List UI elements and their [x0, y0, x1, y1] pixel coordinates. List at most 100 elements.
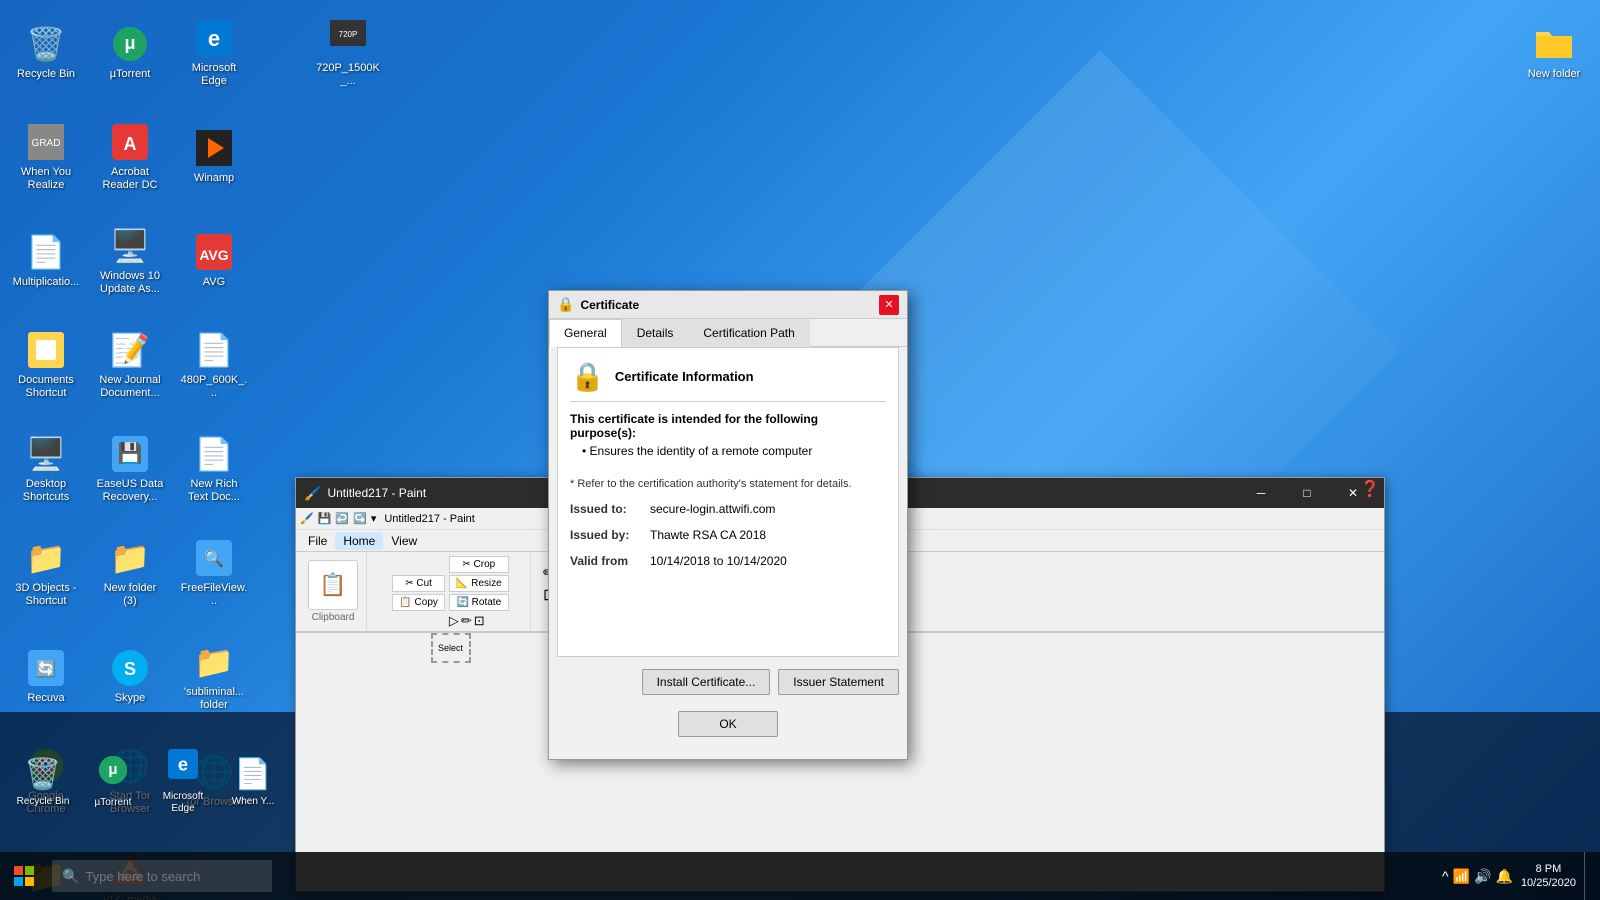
paint-select-arrow[interactable]: ▷: [449, 613, 459, 629]
tb-utorrent[interactable]: μ µTorrent: [78, 737, 148, 827]
desktop-icon-rich-text[interactable]: 📄 New Rich Text Doc...: [176, 424, 252, 514]
skype-label: Skype: [115, 692, 146, 705]
paint-cut-btn[interactable]: ✂ Cut: [392, 575, 445, 592]
desktop-icon-subliminal[interactable]: 📁 'subliminal... folder: [176, 632, 252, 722]
easeus-label: EaseUS Data Recovery...: [96, 478, 164, 504]
paint-rotate-btn[interactable]: 🔄 Rotate: [449, 594, 509, 611]
paint-clipboard-label: Clipboard: [312, 612, 355, 623]
720p-icon: 720P: [328, 18, 368, 58]
desktop-icon-winamp[interactable]: Winamp: [176, 112, 252, 202]
certificate-footer: Install Certificate... Issuer Statement: [549, 661, 907, 703]
certificate-tab-path[interactable]: Certification Path: [688, 319, 809, 347]
desktop-icon-new-folder-3[interactable]: 📁 New folder (3): [92, 528, 168, 618]
desktop-icon-edge[interactable]: e Microsoft Edge: [176, 8, 252, 98]
svg-text:💾: 💾: [118, 441, 143, 465]
paint-help-btn[interactable]: ❓: [1360, 479, 1380, 499]
certificate-content: 🔒 Certificate Information This certifica…: [557, 347, 899, 657]
desktop-icon-skype[interactable]: S Skype: [92, 632, 168, 722]
utorrent-label: µTorrent: [110, 68, 151, 81]
when-realize-label: When You Realize: [12, 166, 80, 192]
desktop-icon-win10[interactable]: 🖥️ Windows 10 Update As...: [92, 216, 168, 306]
tb-edge-label: Microsoft Edge: [152, 791, 214, 815]
taskbar-search-bar[interactable]: 🔍: [52, 860, 272, 892]
paint-crop-btn[interactable]: ✂ Crop: [449, 556, 509, 573]
desktop-icon-720p[interactable]: 720P 720P_1500K_...: [310, 8, 386, 98]
certificate-tab-general[interactable]: General: [549, 319, 622, 347]
desktop-icon-3d-objects[interactable]: 📁 3D Objects - Shortcut: [8, 528, 84, 618]
certificate-titlebar[interactable]: 🔒 Certificate ✕: [549, 291, 907, 319]
tb-utorrent-label: µTorrent: [95, 797, 132, 809]
desktop-icon-documents[interactable]: Documents Shortcut: [8, 320, 84, 410]
certificate-tab-details[interactable]: Details: [622, 319, 689, 347]
desktop-icon-utorrent[interactable]: μ µTorrent: [92, 8, 168, 98]
taskbar-items-area: [272, 852, 1442, 900]
certificate-ok-btn[interactable]: OK: [678, 711, 777, 737]
svg-text:🔍: 🔍: [204, 548, 224, 568]
tb-edge-icon: e: [168, 749, 198, 787]
desktop-icon-new-folder-right[interactable]: New folder: [1516, 8, 1592, 98]
acrobat-icon: A: [110, 122, 150, 162]
480p-label: 480P_600K_...: [180, 374, 248, 400]
certificate-issued-to-value: secure-login.attwifi.com: [650, 502, 886, 516]
paint-menu-view[interactable]: View: [383, 532, 425, 550]
paint-menu-file[interactable]: File: [300, 532, 335, 550]
desktop-icon-acrobat[interactable]: A Acrobat Reader DC: [92, 112, 168, 202]
recuva-label: Recuva: [27, 692, 64, 705]
edge-icon: e: [194, 18, 234, 58]
issuer-statement-btn[interactable]: Issuer Statement: [778, 669, 899, 695]
desktop-icon-avg[interactable]: AVG AVG: [176, 216, 252, 306]
certificate-close-btn[interactable]: ✕: [879, 295, 899, 315]
taskbar-clock[interactable]: 8 PM 10/25/2020: [1521, 862, 1576, 891]
svg-text:μ: μ: [108, 761, 117, 778]
720p-icon-area: 720P 720P_1500K_...: [310, 8, 386, 98]
desktop-icon-freefileview[interactable]: 🔍 FreeFileView...: [176, 528, 252, 618]
desktop-icon-480p[interactable]: 📄 480P_600K_...: [176, 320, 252, 410]
paint-select-eraser[interactable]: ⊡: [474, 613, 485, 629]
paint-save-btn[interactable]: 💾: [318, 512, 332, 525]
taskbar-start-btn[interactable]: [0, 852, 48, 900]
subliminal-icon: 📁: [194, 642, 234, 682]
certificate-purpose-item: • Ensures the identity of a remote compu…: [582, 444, 886, 458]
taskbar-date: 10/25/2020: [1521, 876, 1576, 890]
paint-copy-btn[interactable]: 📋 Copy: [392, 594, 445, 611]
svg-text:AVG: AVG: [199, 247, 228, 263]
certificate-info-icon: 🔒: [570, 360, 605, 393]
certificate-issued-by: Issued by: Thawte RSA CA 2018: [570, 528, 886, 542]
taskbar-show-desktop-btn[interactable]: [1584, 852, 1592, 900]
paint-undo-btn[interactable]: ↩️: [335, 512, 349, 525]
avg-label: AVG: [203, 276, 225, 289]
desktop-icon-multiplication[interactable]: 📄 Multiplicatio...: [8, 216, 84, 306]
tb-when[interactable]: 📄 When Y...: [218, 737, 288, 827]
paint-select-pencil[interactable]: ✏: [461, 613, 472, 629]
paint-resize-btn[interactable]: 📐 Resize: [449, 575, 509, 592]
taskbar-search-input[interactable]: [85, 869, 262, 884]
taskbar-volume-icon[interactable]: 🔊: [1474, 868, 1491, 885]
paint-paste-btn[interactable]: 📋: [308, 560, 358, 610]
desktop-icon-recycle-bin[interactable]: 🗑️ Recycle Bin: [8, 8, 84, 98]
desktop-icon-when-realize[interactable]: GRAD When You Realize: [8, 112, 84, 202]
taskbar-network-icon[interactable]: 📶: [1453, 868, 1470, 885]
desktop-icon-new-journal[interactable]: 📝 New Journal Document...: [92, 320, 168, 410]
desktop-icon-easeus[interactable]: 💾 EaseUS Data Recovery...: [92, 424, 168, 514]
certificate-dialog: 🔒 Certificate ✕ General Details Certific…: [548, 290, 908, 760]
paint-dropdown-btn[interactable]: ▾: [371, 512, 377, 525]
tb-recycle-bin[interactable]: 🗑️ Recycle Bin: [8, 737, 78, 827]
desktop-icon-desktop-shortcuts[interactable]: 🖥️ Desktop Shortcuts: [8, 424, 84, 514]
paint-select-box[interactable]: Select: [431, 633, 471, 663]
taskbar-notify-icon[interactable]: 🔔: [1496, 868, 1513, 885]
install-certificate-btn[interactable]: Install Certificate...: [642, 669, 771, 695]
avg-icon: AVG: [194, 232, 234, 272]
multiplication-icon: 📄: [26, 232, 66, 272]
paint-maximize-btn[interactable]: □: [1284, 478, 1330, 508]
svg-text:720P: 720P: [339, 30, 358, 39]
paint-redo-btn[interactable]: ↪️: [353, 512, 367, 525]
easeus-icon: 💾: [110, 434, 150, 474]
taskbar-search-icon: 🔍: [62, 868, 79, 885]
paint-menu-home[interactable]: Home: [335, 532, 383, 550]
tb-when-label: When Y...: [232, 796, 274, 808]
paint-minimize-btn[interactable]: ─: [1238, 478, 1284, 508]
desktop-icon-recuva[interactable]: 🔄 Recuva: [8, 632, 84, 722]
documents-icon: [26, 330, 66, 370]
taskbar-chevron-icon[interactable]: ^: [1442, 868, 1449, 884]
tb-edge[interactable]: e Microsoft Edge: [148, 737, 218, 827]
